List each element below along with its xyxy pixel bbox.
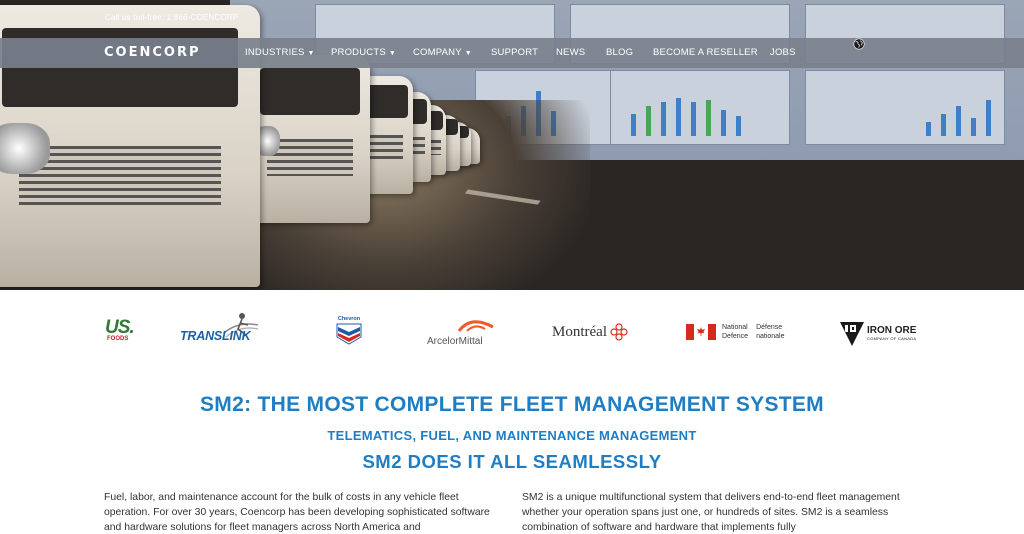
chevron-logo: Chevron xyxy=(335,316,363,346)
montreal-logo-text: Montréal xyxy=(552,323,607,340)
nav-label: PRODUCTS xyxy=(331,47,386,58)
translink-logo: TRANSLINK xyxy=(180,313,272,347)
nav-label: NEWS xyxy=(556,47,586,58)
nav-blog[interactable]: BLOG xyxy=(606,47,633,58)
page-tagline: SM2 DOES IT ALL SEAMLESSLY xyxy=(362,451,662,472)
canada-flag-icon xyxy=(686,324,716,340)
usfoods-logo-foods: FOODS xyxy=(107,336,129,342)
chevron-down-icon: ▼ xyxy=(307,50,315,57)
arcelormittal-logo: ArcelorMittal xyxy=(427,317,494,347)
chevron-logo-text: Chevron xyxy=(337,316,361,322)
national-defence-logo: National Defence Défense nationale xyxy=(686,321,796,343)
coencorp-logo[interactable]: COENCORP xyxy=(104,45,200,60)
iron-ore-emblem-icon xyxy=(840,322,864,346)
arcelormittal-logo-text: ArcelorMittal xyxy=(427,336,483,347)
tollfree-phone[interactable]: Call us toll-free: 1 866-COENCORP xyxy=(105,13,238,22)
arcelormittal-swoosh-icon xyxy=(457,320,494,332)
page-subtitle: TELEMATICS, FUEL, AND MAINTENANCE MANAGE… xyxy=(327,428,697,443)
nav-products[interactable]: PRODUCTS ▼ xyxy=(331,47,396,58)
nav-label: JOBS xyxy=(770,47,796,58)
intro-paragraph-left: Fuel, labor, and maintenance account for… xyxy=(104,492,490,533)
natdef-en-line1: National xyxy=(722,324,748,331)
montreal-rosette-icon xyxy=(610,323,628,341)
nav-label: INDUSTRIES xyxy=(245,47,305,58)
nav-support[interactable]: SUPPORT xyxy=(491,47,538,58)
montreal-logo: Montréal xyxy=(552,322,636,342)
nav-news[interactable]: NEWS xyxy=(556,47,585,58)
nav-jobs[interactable]: JOBS xyxy=(770,47,796,58)
iron-ore-logo-subtext: COMPANY OF CANADA xyxy=(867,336,917,341)
usfoods-logo-us: US. xyxy=(105,317,135,338)
iron-ore-logo-text: IRON ORE xyxy=(867,325,917,336)
page-title: SM2: THE MOST COMPLETE FLEET MANAGEMENT … xyxy=(200,393,824,416)
usfoods-logo: US. FOODS xyxy=(105,317,137,347)
natdef-fr-line1: Défense xyxy=(756,324,783,331)
translink-logo-text: TRANSLINK xyxy=(180,329,251,343)
nav-company[interactable]: COMPANY ▼ xyxy=(413,47,472,58)
globe-icon[interactable] xyxy=(853,38,865,50)
nav-label: BLOG xyxy=(606,47,634,58)
chevron-shield-icon xyxy=(336,323,362,345)
nav-industries[interactable]: INDUSTRIES ▼ xyxy=(245,47,315,58)
iron-ore-logo: IRON ORE COMPANY OF CANADA xyxy=(840,320,920,346)
nav-become-reseller[interactable]: BECOME A RESELLER xyxy=(653,47,758,58)
chevron-down-icon: ▼ xyxy=(388,50,397,57)
nav-label: SUPPORT xyxy=(491,47,539,58)
chevron-down-icon: ▼ xyxy=(464,50,472,57)
nav-label: COMPANY xyxy=(413,47,462,58)
nav-label: BECOME A RESELLER xyxy=(653,47,758,58)
natdef-en-line2: Defence xyxy=(722,333,749,340)
intro-paragraph-right: SM2 is a unique multifunctional system t… xyxy=(522,492,900,533)
natdef-fr-line2: nationale xyxy=(756,333,785,340)
